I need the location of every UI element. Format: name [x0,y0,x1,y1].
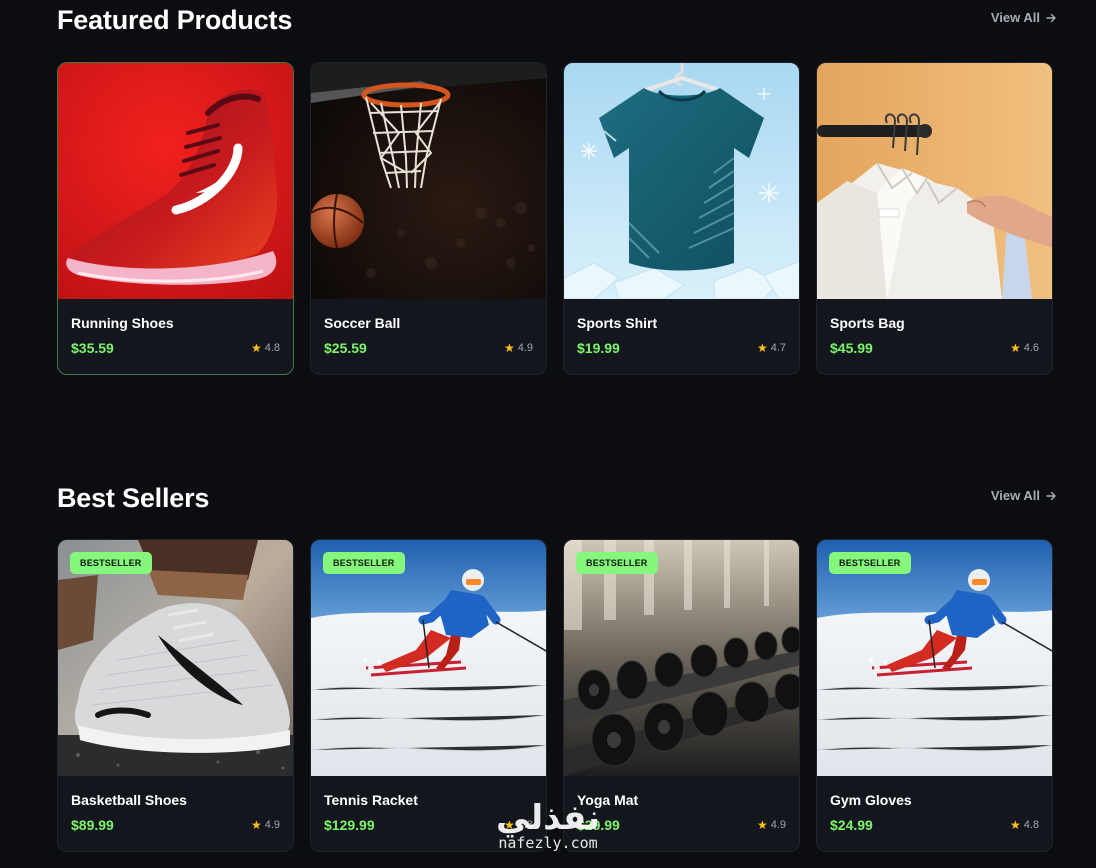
card-body: Sports Bag $45.99 ★ 4.6 [830,313,1039,356]
rating-value: 4.8 [1023,819,1039,831]
featured-header: Featured Products View All [57,0,1056,40]
rating-value: 4.9 [264,819,280,831]
star-icon: ★ [1009,818,1021,832]
product-name: Sports Bag [830,315,905,331]
card-meta: $45.99 ★ 4.6 [830,340,1039,356]
star-icon: ★ [503,818,515,832]
card-body: Yoga Mat $29.99 ★ 4.9 [577,790,786,833]
product-card[interactable]: BESTSELLER Basketball Shoes $89.99 ★ 4.9 [57,539,294,852]
bestseller-badge: BESTSELLER [576,552,658,574]
product-name: Gym Gloves [830,792,912,808]
product-price: $29.99 [577,817,620,833]
card-body: Sports Shirt $19.99 ★ 4.7 [577,313,786,356]
arrow-right-icon [1046,13,1056,22]
bestseller-badge: BESTSELLER [323,552,405,574]
bestsellers-title: Best Sellers [57,483,210,513]
card-body: Basketball Shoes $89.99 ★ 4.9 [71,790,280,833]
rating-value: 4.9 [517,342,533,354]
product-rating: ★ 4.9 [757,819,786,831]
product-rating: ★ 4.6 [1010,342,1039,354]
rating-value: 4.6 [1023,342,1039,354]
product-card[interactable]: BESTSELLER Yoga Mat $29.99 ★ 4.9 [563,539,800,852]
product-price: $89.99 [71,817,114,833]
star-icon: ★ [503,341,515,355]
card-meta: $129.99 ★ 4.8 [324,817,533,833]
product-card[interactable]: Sports Bag $45.99 ★ 4.6 [816,62,1053,375]
product-name: Sports Shirt [577,315,658,331]
view-all-label: View All [990,10,1040,25]
card-body: Running Shoes $35.59 ★ 4.8 [71,313,280,356]
product-image-white-shirts-on-rack [817,63,1052,299]
product-price: $129.99 [324,817,375,833]
product-rating: ★ 4.7 [757,342,786,354]
product-price: $24.99 [830,817,873,833]
star-icon: ★ [756,341,768,355]
rating-value: 4.8 [517,819,533,831]
rating-value: 4.8 [264,342,280,354]
rating-value: 4.9 [770,819,786,831]
rating-value: 4.7 [770,342,786,354]
product-card[interactable]: Running Shoes $35.59 ★ 4.8 [57,62,294,375]
product-rating: ★ 4.8 [1010,819,1039,831]
product-image-basketball-hoop [311,63,546,299]
product-image-teal-tshirt [564,63,799,299]
product-name: Tennis Racket [324,792,418,808]
star-icon: ★ [250,341,262,355]
star-icon: ★ [756,818,768,832]
product-card[interactable]: Soccer Ball $25.59 ★ 4.9 [310,62,547,375]
product-price: $25.59 [324,340,367,356]
product-card[interactable]: BESTSELLER Tennis Racket $129.99 ★ 4.8 [310,539,547,852]
featured-title: Featured Products [57,5,293,35]
product-image-red-running-shoe [58,63,293,299]
card-meta: $89.99 ★ 4.9 [71,817,280,833]
card-meta: $19.99 ★ 4.7 [577,340,786,356]
card-body: Tennis Racket $129.99 ★ 4.8 [324,790,533,833]
product-rating: ★ 4.8 [251,342,280,354]
product-price: $19.99 [577,340,620,356]
bestseller-badge: BESTSELLER [829,552,911,574]
bestsellers-grid: BESTSELLER Basketball Shoes $89.99 ★ 4.9 [57,539,1053,852]
star-icon: ★ [250,818,262,832]
product-price: $45.99 [830,340,873,356]
product-image-skier: BESTSELLER [311,540,546,776]
product-rating: ★ 4.9 [504,342,533,354]
card-meta: $25.59 ★ 4.9 [324,340,533,356]
product-image-dumbbell-rack: BESTSELLER [564,540,799,776]
bestsellers-view-all-link[interactable]: View All [991,488,1056,503]
card-body: Gym Gloves $24.99 ★ 4.8 [830,790,1039,833]
card-body: Soccer Ball $25.59 ★ 4.9 [324,313,533,356]
best-sellers-section: Best Sellers View All BESTSELLER Basketb… [57,478,1056,852]
featured-grid: Running Shoes $35.59 ★ 4.8 Soccer Ball $… [57,62,1053,375]
bestseller-badge: BESTSELLER [70,552,152,574]
card-meta: $24.99 ★ 4.8 [830,817,1039,833]
product-image-skier: BESTSELLER [817,540,1052,776]
product-name: Yoga Mat [577,792,639,808]
product-card[interactable]: Sports Shirt $19.99 ★ 4.7 [563,62,800,375]
card-meta: $35.59 ★ 4.8 [71,340,280,356]
featured-view-all-link[interactable]: View All [991,10,1056,25]
product-rating: ★ 4.8 [504,819,533,831]
product-rating: ★ 4.9 [251,819,280,831]
product-price: $35.59 [71,340,114,356]
view-all-label: View All [990,488,1040,503]
card-meta: $29.99 ★ 4.9 [577,817,786,833]
star-icon: ★ [1009,341,1021,355]
featured-products-section: Featured Products View All Running Shoes… [57,0,1056,375]
product-card[interactable]: BESTSELLER Gym Gloves $24.99 ★ 4.8 [816,539,1053,852]
product-name: Running Shoes [71,315,174,331]
arrow-right-icon [1046,491,1056,500]
product-name: Soccer Ball [324,315,401,331]
product-image-grey-sneaker: BESTSELLER [58,540,293,776]
bestsellers-header: Best Sellers View All [57,478,1056,518]
product-name: Basketball Shoes [71,792,187,808]
